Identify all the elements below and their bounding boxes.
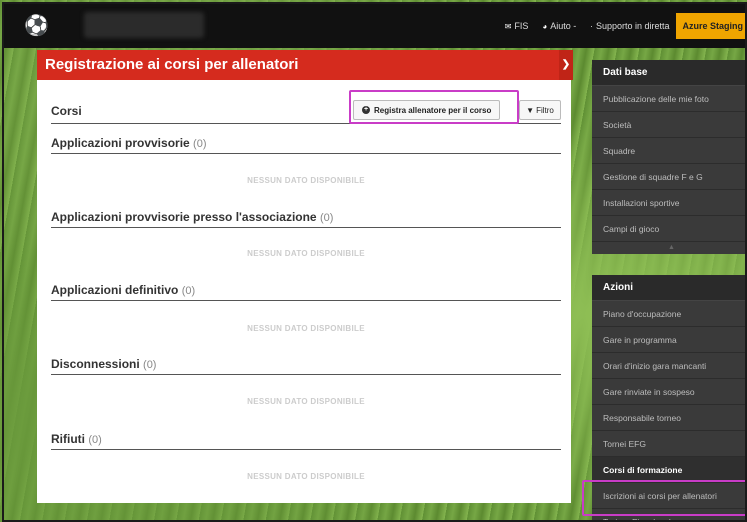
chat-icon: · xyxy=(590,21,593,31)
section-count: (0) xyxy=(193,138,207,150)
section-title: Applicazioni provvisorie (0) xyxy=(51,136,561,154)
section-title: Applicazioni provvisorie presso l'associ… xyxy=(51,210,561,228)
section-title-text: Rifiuti xyxy=(51,432,85,446)
sidebar-item-postponed[interactable]: Gare rinviate in sospeso xyxy=(592,379,745,405)
top-nav: ✉ FIS ◕ Aiuto - · Supporto in diretta Az… xyxy=(498,4,745,48)
nav-help-label: Aiuto - xyxy=(550,21,577,31)
app-window: ⚽ ✉ FIS ◕ Aiuto - · Supporto in diretta … xyxy=(2,2,747,522)
section-title-text: Disconnessioni xyxy=(51,357,140,371)
filter-button-label: Filtro xyxy=(536,105,554,115)
help-icon: ◕ xyxy=(542,21,548,31)
mail-icon: ✉ xyxy=(504,21,512,31)
page-title: Registrazione ai corsi per allenatori xyxy=(45,56,299,73)
logo-icon[interactable]: ⚽ xyxy=(24,13,70,39)
environment-badge-label: Azure Staging xyxy=(682,21,743,31)
sidebar-item-scheduled-games[interactable]: Gare in programma xyxy=(592,327,745,353)
nav-fis-label: FIS xyxy=(514,21,529,31)
section-count: (0) xyxy=(88,434,102,446)
sidebar-item-facilities[interactable]: Installazioni sportive xyxy=(592,190,745,216)
section-count: (0) xyxy=(143,359,157,371)
top-navbar: ⚽ ✉ FIS ◕ Aiuto - · Supporto in diretta … xyxy=(4,4,745,48)
section-title: Disconnessioni (0) xyxy=(51,357,561,375)
section-count: (0) xyxy=(181,285,196,297)
filter-button[interactable]: ▼ Filtro xyxy=(519,100,561,120)
section-count: (0) xyxy=(319,212,334,224)
nav-help[interactable]: ◕ Aiuto - xyxy=(535,21,583,31)
section-title-text: Applicazioni provvisorie xyxy=(51,136,190,150)
nav-live-support-label: Supporto in diretta xyxy=(595,21,670,31)
section-provisional: Applicazioni provvisorie (0) NESSUN DATO… xyxy=(51,136,561,185)
nav-fis[interactable]: ✉ FIS xyxy=(498,21,536,31)
section-disconnections: Disconnessioni (0) NESSUN DATO DISPONIBI… xyxy=(51,357,561,406)
chevron-right-icon[interactable]: ❯ xyxy=(559,50,573,80)
section-rejections: Rifiuti (0) NESSUN DATO DISPONIBILE xyxy=(51,432,561,481)
sidebar-item-highlight xyxy=(582,480,745,516)
section-title-text: Applicazioni definitivo xyxy=(51,283,179,297)
sidebar-item-efg-tournaments[interactable]: Tornei EFG xyxy=(592,431,745,457)
sidebar-item-club[interactable]: Società xyxy=(592,112,745,138)
nav-live-support[interactable]: · Supporto in diretta xyxy=(583,21,676,31)
environment-badge[interactable]: Azure Staging xyxy=(676,13,745,39)
sidebar-base-data: Dati base Pubblicazione delle mie foto S… xyxy=(592,60,745,254)
section-definitive: Applicazioni definitivo (0) NESSUN DATO … xyxy=(51,283,561,333)
sidebar-item-missing-times[interactable]: Orari d'inizio gara mancanti xyxy=(592,353,745,379)
filter-icon: ▼ xyxy=(526,105,535,115)
section-title: Rifiuti (0) xyxy=(51,432,561,450)
sidebar-header-actions: Azioni xyxy=(592,275,745,301)
empty-state: NESSUN DATO DISPONIBILE xyxy=(247,176,365,185)
empty-state: NESSUN DATO DISPONIBILE xyxy=(247,324,365,333)
sidebar-item-fg-teams[interactable]: Gestione di squadre F e G xyxy=(592,164,745,190)
empty-state: NESSUN DATO DISPONIBILE xyxy=(247,397,365,406)
main-panel: Registrazione ai corsi per allenatori ❯ … xyxy=(37,50,573,503)
section-provisional-association: Applicazioni provvisorie presso l'associ… xyxy=(51,210,561,258)
page-title-bar: Registrazione ai corsi per allenatori ❯ xyxy=(37,50,573,80)
section-title-text: Applicazioni provvisorie presso l'associ… xyxy=(51,210,317,224)
corsi-label: Corsi xyxy=(51,104,82,118)
empty-state: NESSUN DATO DISPONIBILE xyxy=(247,472,365,481)
sidebar-item-tournament-manager[interactable]: Responsabile torneo xyxy=(592,405,745,431)
sidebar-item-teams[interactable]: Squadre xyxy=(592,138,745,164)
register-button-highlight xyxy=(349,90,519,124)
empty-state: NESSUN DATO DISPONIBILE xyxy=(247,249,365,258)
section-title: Applicazioni definitivo (0) xyxy=(51,283,561,301)
sidebar-item-occupancy[interactable]: Piano d'occupazione xyxy=(592,301,745,327)
sidebar-item-pitches[interactable]: Campi di gioco xyxy=(592,216,745,242)
sidebar-header-base-data: Dati base xyxy=(592,60,745,86)
collapse-icon[interactable]: ▲ xyxy=(592,242,745,254)
sidebar-item-photos[interactable]: Pubblicazione delle mie foto xyxy=(592,86,745,112)
blurred-user-area xyxy=(84,12,204,38)
